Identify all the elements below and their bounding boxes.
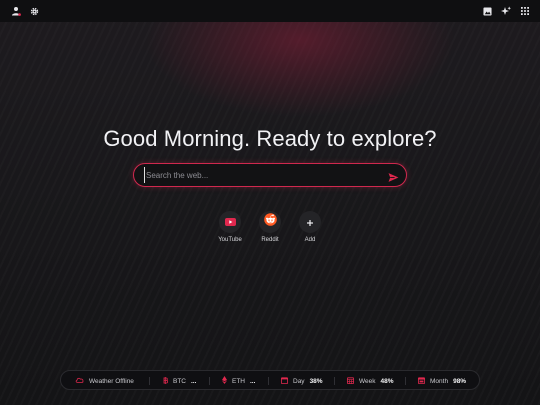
month-stat: Month 98% xyxy=(418,371,466,391)
day-stat: Day 38% xyxy=(281,371,323,391)
week-calendar-icon xyxy=(347,376,359,386)
day-calendar-icon xyxy=(281,376,293,386)
reddit-icon xyxy=(263,213,277,231)
shortcut-label: YouTube xyxy=(218,237,242,243)
weather-stat: Weather Offline xyxy=(75,371,134,391)
image-icon[interactable] xyxy=(481,5,493,17)
divider xyxy=(268,377,269,385)
divider xyxy=(405,377,406,385)
youtube-icon xyxy=(224,213,236,231)
shortcut-add[interactable]: Add xyxy=(290,211,330,243)
cloud-icon xyxy=(75,377,89,385)
apps-grid-icon[interactable] xyxy=(519,5,531,17)
btc-stat: BTC ... xyxy=(163,371,196,391)
send-icon[interactable] xyxy=(388,170,399,182)
divider xyxy=(149,377,150,385)
search-input[interactable] xyxy=(144,167,374,183)
week-stat: Week 48% xyxy=(347,371,394,391)
plus-icon xyxy=(307,213,313,231)
search-bar[interactable] xyxy=(133,163,407,187)
shortcut-reddit[interactable]: Reddit xyxy=(250,211,290,243)
top-bar xyxy=(0,0,540,22)
shortcut-label: Reddit xyxy=(261,237,279,243)
bitcoin-icon xyxy=(163,376,173,386)
divider xyxy=(209,377,210,385)
shortcut-youtube[interactable]: YouTube xyxy=(210,211,250,243)
divider xyxy=(334,377,335,385)
month-calendar-icon xyxy=(418,376,430,386)
user-icon[interactable] xyxy=(10,5,22,17)
ethereum-icon xyxy=(222,376,232,386)
gear-icon[interactable] xyxy=(28,5,40,17)
stats-bar: Weather Offline BTC ... ETH ... Day 38% … xyxy=(60,370,480,390)
greeting-heading: Good Morning. Ready to explore? xyxy=(103,126,437,151)
sparkle-icon[interactable] xyxy=(500,5,512,17)
shortcut-label: Add xyxy=(304,237,316,243)
eth-stat: ETH ... xyxy=(222,371,255,391)
